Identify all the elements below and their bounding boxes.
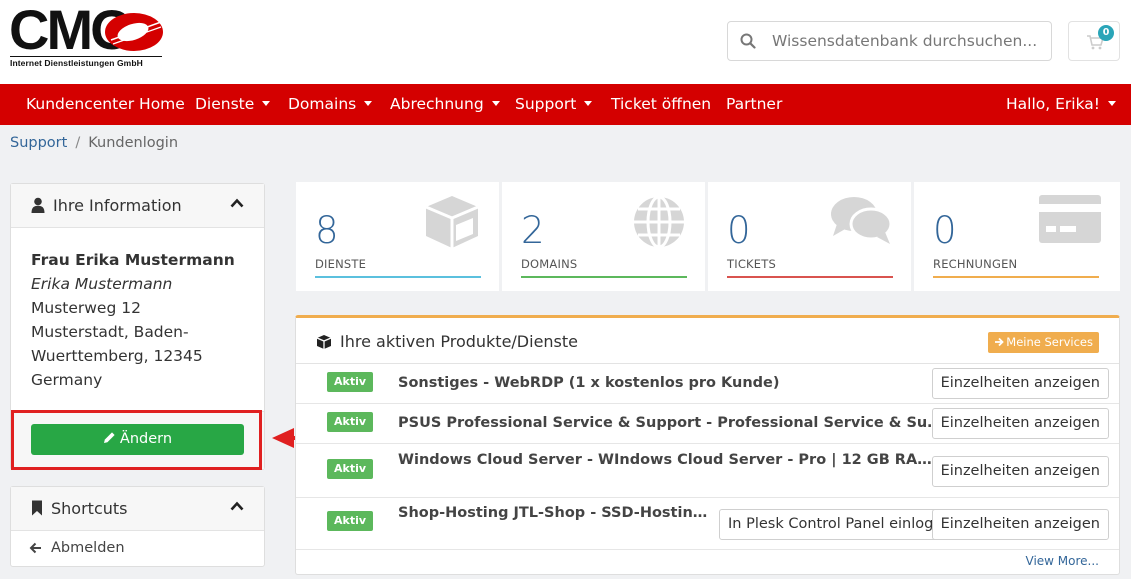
credit-card-icon (1039, 195, 1101, 243)
arrow-right-icon (995, 337, 1005, 347)
nav-item-partner[interactable]: Partner (726, 84, 782, 125)
shortcuts-panel: Shortcuts Abmelden (10, 486, 265, 567)
active-products-panel: Ihre aktiven Produkte/Dienste Meine Serv… (295, 315, 1120, 575)
highlight-annotation-box (11, 410, 262, 470)
product-name[interactable]: Sonstiges - WebRDP (1 x kostenlos pro Ku… (398, 375, 938, 391)
caret-down-icon (584, 101, 593, 106)
contact-city-line-2: Wuerttemberg, 12345 (31, 347, 203, 365)
view-details-button[interactable]: Einzelheiten anzeigen (931, 368, 1109, 399)
view-more-link[interactable]: View More... (1026, 554, 1099, 568)
product-name[interactable]: Windows Cloud Server - WIndows Cloud Ser… (398, 452, 943, 468)
shortcut-logout[interactable]: Abmelden (11, 531, 264, 567)
caret-down-icon (262, 101, 271, 106)
logo-swoosh-icon (105, 13, 163, 51)
stat-accent-bar (315, 276, 481, 278)
nav-item-kundencenter-home[interactable]: Kundencenter Home (26, 84, 185, 125)
product-row[interactable]: Aktiv Sonstiges - WebRDP (1 x kostenlos … (296, 364, 1119, 404)
product-name[interactable]: Shop-Hosting JTL-Shop - SSD-Hosting - JT… (398, 505, 713, 521)
cart-count-badge: 0 (1098, 25, 1114, 41)
user-menu[interactable]: Hallo, Erika! (1006, 84, 1116, 125)
chevron-up-icon[interactable] (230, 198, 244, 208)
search-input[interactable] (772, 22, 1042, 60)
globe-icon (634, 195, 684, 249)
status-badge: Aktiv (327, 412, 374, 432)
logo[interactable]: CMO Internet Dienstleistungen GmbH (9, 2, 165, 72)
nav-item-ticket-oeffnen[interactable]: Ticket öffnen (611, 84, 711, 125)
nav-item-dienste[interactable]: Dienste (195, 84, 271, 125)
bookmark-icon (32, 500, 42, 516)
stat-tile-rechnungen[interactable]: 0 RECHNUNGEN (914, 182, 1120, 291)
nav-item-domains[interactable]: Domains (288, 84, 373, 125)
stat-value: 8 (315, 209, 339, 252)
cart-button[interactable]: 0 (1068, 21, 1120, 61)
knowledgebase-search[interactable] (727, 21, 1052, 61)
breadcrumb-separator: / (75, 135, 81, 151)
contact-details: Frau Erika Mustermann Erika Mustermann M… (31, 248, 235, 392)
status-badge: Aktiv (327, 372, 374, 392)
caret-down-icon (1108, 101, 1116, 106)
stat-label: DIENSTE (315, 257, 367, 271)
info-panel-title: Ihre Information (53, 196, 182, 215)
stat-value: 2 (521, 209, 545, 252)
my-services-button[interactable]: Meine Services (988, 332, 1099, 353)
contact-name: Frau Erika Mustermann (31, 251, 235, 269)
contact-country: Germany (31, 371, 103, 389)
active-products-title: Ihre aktiven Produkte/Dienste (340, 332, 578, 351)
shortcuts-panel-title: Shortcuts (51, 499, 128, 518)
my-services-label: Meine Services (1006, 335, 1093, 349)
stat-accent-bar (933, 276, 1099, 278)
stat-tile-dienste[interactable]: 8 DIENSTE (296, 182, 499, 291)
stat-accent-bar (727, 276, 893, 278)
product-row[interactable]: Aktiv Windows Cloud Server - WIndows Clo… (296, 444, 1119, 498)
nav-item-abrechnung[interactable]: Abrechnung (390, 84, 500, 125)
cube-icon (316, 335, 332, 349)
active-products-header: Ihre aktiven Produkte/Dienste Meine Serv… (296, 318, 1119, 364)
stat-tile-domains[interactable]: 2 DOMAINS (502, 182, 705, 291)
comments-icon (831, 197, 893, 244)
breadcrumb-current: Kundenlogin (88, 135, 179, 151)
logo-divider (10, 56, 162, 57)
breadcrumb-link-support[interactable]: Support (10, 135, 67, 151)
view-details-button[interactable]: Einzelheiten anzeigen (931, 456, 1109, 487)
breadcrumb: Support / Kundenlogin (10, 135, 178, 153)
status-badge: Aktiv (327, 459, 374, 479)
contact-street: Musterweg 12 (31, 299, 141, 317)
chevron-up-icon[interactable] (230, 501, 244, 511)
stat-label: TICKETS (727, 257, 776, 271)
stat-tile-tickets[interactable]: 0 TICKETS (708, 182, 911, 291)
contact-company: Erika Mustermann (31, 275, 173, 293)
product-name[interactable]: PSUS Professional Service & Support - Pr… (398, 415, 943, 431)
main-navigation: Kundencenter Home Dienste Domains Abrech… (0, 84, 1131, 125)
cube-icon (425, 196, 479, 248)
arrow-left-icon (29, 542, 41, 554)
logo-tagline: Internet Dienstleistungen GmbH (10, 58, 143, 68)
stat-accent-bar (521, 276, 687, 278)
site-header: CMO Internet Dienstleistungen GmbH 0 (0, 0, 1131, 84)
search-icon (740, 33, 756, 49)
caret-down-icon (364, 101, 373, 106)
view-details-button[interactable]: Einzelheiten anzeigen (931, 509, 1109, 540)
stat-value: 0 (727, 209, 751, 252)
product-row[interactable]: Aktiv Shop-Hosting JTL-Shop - SSD-Hostin… (296, 498, 1119, 550)
info-panel-header[interactable]: Ihre Information (11, 184, 264, 228)
contact-city-line-1: Musterstadt, Baden- (31, 323, 189, 341)
shortcuts-panel-header[interactable]: Shortcuts (11, 487, 264, 531)
view-details-button[interactable]: Einzelheiten anzeigen (931, 408, 1109, 439)
product-row[interactable]: Aktiv PSUS Professional Service & Suppor… (296, 404, 1119, 444)
stat-label: RECHNUNGEN (933, 257, 1018, 271)
status-badge: Aktiv (327, 511, 374, 531)
user-icon (31, 197, 45, 213)
shortcut-logout-label: Abmelden (51, 540, 125, 556)
stat-value: 0 (933, 209, 957, 252)
nav-item-support[interactable]: Support (515, 84, 593, 125)
caret-down-icon (491, 101, 500, 106)
stat-label: DOMAINS (521, 257, 578, 271)
